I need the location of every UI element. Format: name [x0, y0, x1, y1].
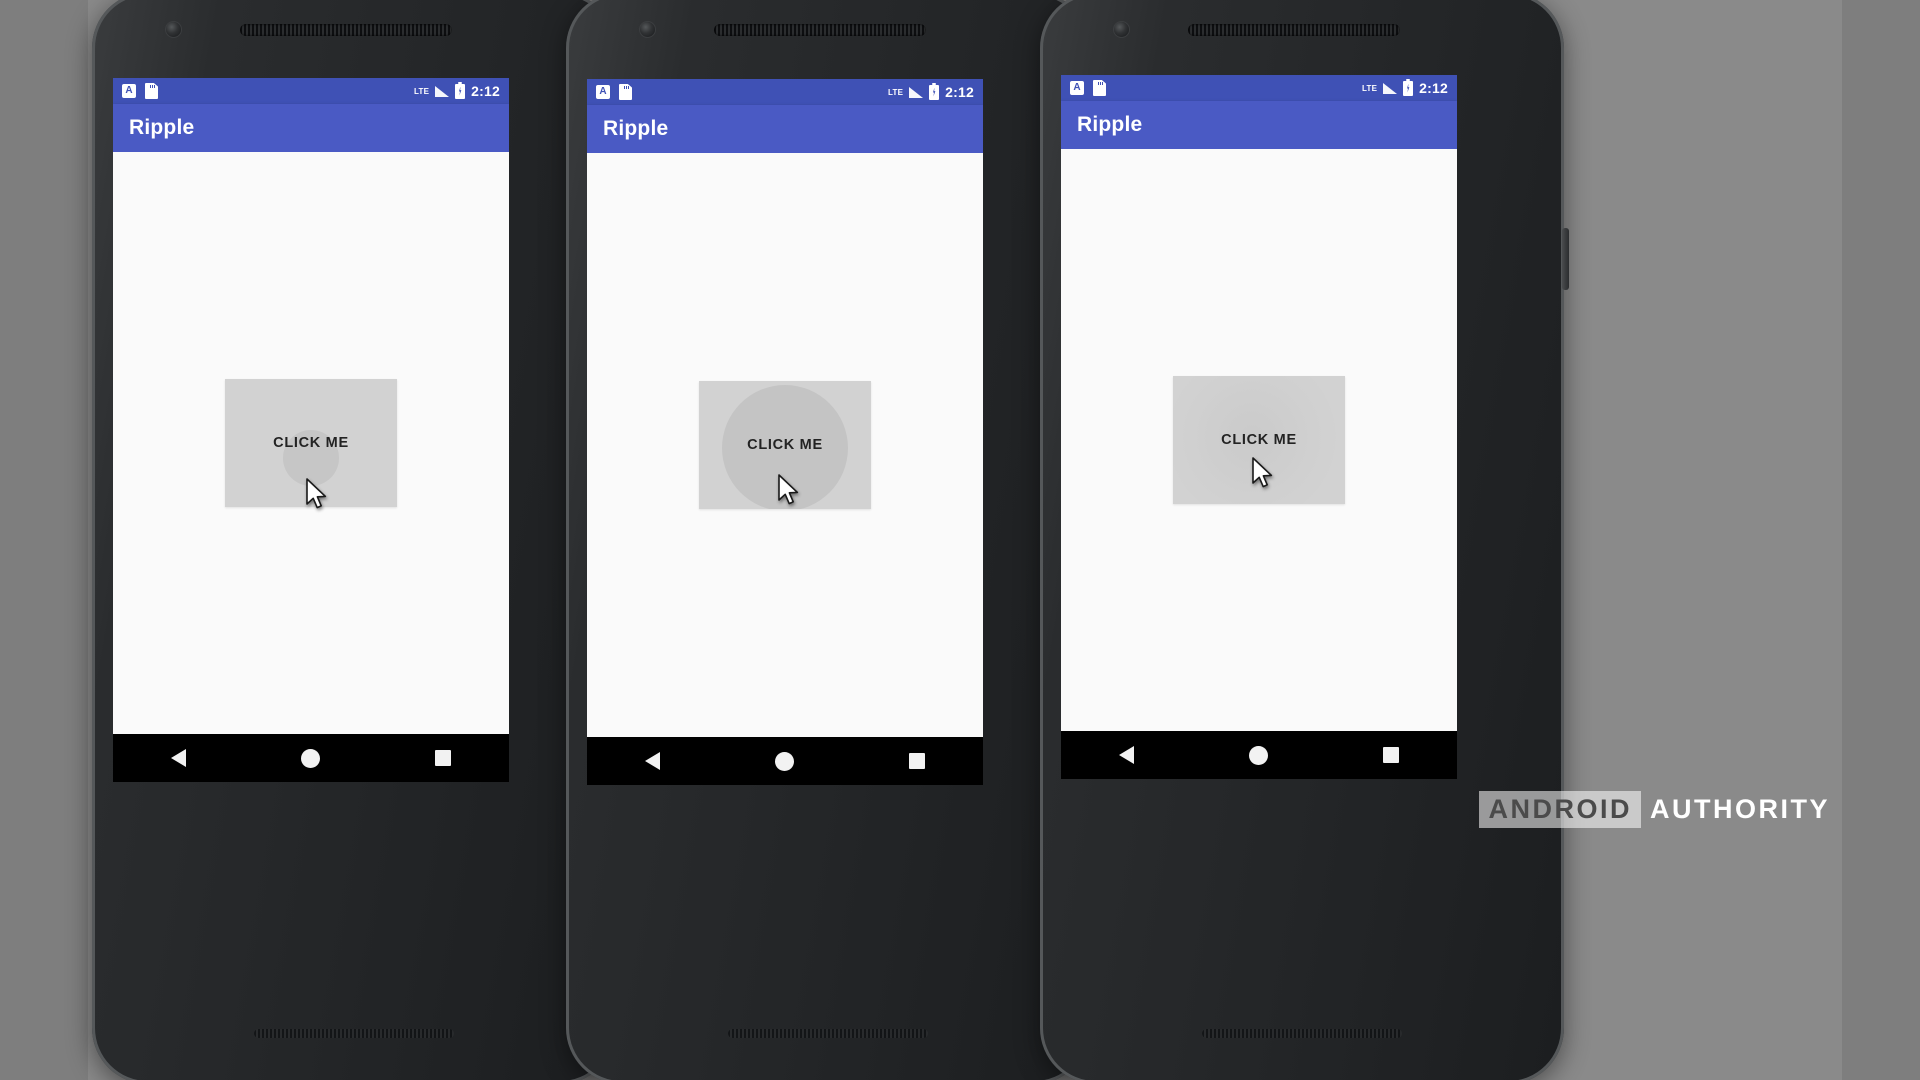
battery-charging-icon [455, 81, 466, 99]
click-me-button-label: CLICK ME [747, 437, 823, 453]
status-bar-left-icons: A [122, 83, 158, 99]
front-camera-icon [166, 22, 181, 37]
app-title: Ripple [1077, 113, 1143, 136]
battery-charging-icon [1403, 78, 1414, 96]
app-notification-icon: A [1070, 81, 1084, 95]
status-bar-clock: 2:12 [1419, 80, 1448, 96]
signal-bars-icon [909, 86, 924, 98]
watermark-android: ANDROID [1478, 791, 1641, 828]
signal-bars-icon [435, 85, 450, 97]
app-bar: Ripple [1061, 101, 1457, 149]
lte-label: LTE [888, 87, 904, 97]
status-bar-right-icons: LTE 2:12 [888, 82, 974, 100]
right-background-band [1842, 0, 1920, 1080]
status-bar-left-icons: A [596, 84, 632, 100]
phone-3-content-area: CLICK ME [1061, 149, 1457, 731]
sd-card-icon [145, 83, 158, 99]
battery-charging-icon [929, 82, 940, 100]
home-button-icon[interactable] [1248, 745, 1268, 765]
navigation-bar [1061, 731, 1457, 779]
signal-bars-icon [1383, 82, 1398, 94]
click-me-button-label: CLICK ME [273, 435, 349, 451]
phone-device-1: A LTE 2:12 Ripple CLICK ME [92, 0, 621, 1080]
mouse-cursor-icon [306, 478, 327, 509]
back-button-icon[interactable] [1118, 746, 1134, 764]
mouse-cursor-icon [1252, 457, 1273, 488]
screenshot-stage: A LTE 2:12 Ripple CLICK ME A LTE 2:12 Ri… [0, 0, 1920, 1080]
phone-device-2: A LTE 2:12 Ripple CLICK ME [566, 0, 1095, 1080]
recents-button-icon[interactable] [1383, 747, 1400, 763]
app-title: Ripple [603, 117, 669, 140]
sd-card-icon [619, 84, 632, 100]
front-camera-icon [1114, 22, 1129, 37]
front-camera-icon [640, 22, 655, 37]
phone-1-content-area: CLICK ME [113, 152, 509, 734]
earpiece-speaker-icon [240, 24, 452, 36]
app-bar: Ripple [587, 105, 983, 153]
back-button-icon[interactable] [170, 749, 186, 767]
earpiece-speaker-icon [714, 24, 926, 36]
status-bar: A LTE 2:12 [113, 78, 509, 104]
status-bar-clock: 2:12 [945, 84, 974, 100]
status-bar-right-icons: LTE 2:12 [414, 81, 500, 99]
home-button-icon[interactable] [300, 748, 320, 768]
phone-2-content-area: CLICK ME [587, 153, 983, 737]
home-button-icon[interactable] [774, 751, 794, 771]
phone-device-3: A LTE 2:12 Ripple CLICK ME [1040, 0, 1569, 1080]
recents-button-icon[interactable] [909, 753, 926, 769]
status-bar-right-icons: LTE 2:12 [1362, 78, 1448, 96]
app-notification-icon: A [596, 85, 610, 99]
phone-1-screen: A LTE 2:12 Ripple CLICK ME [113, 78, 509, 782]
phone-2-screen: A LTE 2:12 Ripple CLICK ME [587, 79, 983, 785]
status-bar: A LTE 2:12 [587, 79, 983, 105]
app-notification-icon: A [122, 84, 136, 98]
status-bar-left-icons: A [1070, 80, 1106, 96]
navigation-bar [113, 734, 509, 782]
watermark: ANDROID AUTHORITY [1478, 791, 1835, 828]
phone-3-screen: A LTE 2:12 Ripple CLICK ME [1061, 75, 1457, 779]
recents-button-icon[interactable] [435, 750, 452, 766]
bottom-speaker-icon [1202, 1029, 1402, 1038]
click-me-button-label: CLICK ME [1221, 432, 1297, 448]
lte-label: LTE [414, 86, 430, 96]
bottom-speaker-icon [728, 1029, 928, 1038]
earpiece-speaker-icon [1188, 24, 1400, 36]
lte-label: LTE [1362, 83, 1378, 93]
phone-3-power-button[interactable] [1562, 228, 1569, 290]
navigation-bar [587, 737, 983, 785]
back-button-icon[interactable] [644, 752, 660, 770]
bottom-speaker-icon [254, 1029, 454, 1038]
status-bar: A LTE 2:12 [1061, 75, 1457, 101]
left-background-band [0, 0, 88, 1080]
app-bar: Ripple [113, 104, 509, 152]
mouse-cursor-icon [778, 474, 799, 505]
status-bar-clock: 2:12 [471, 83, 500, 99]
app-title: Ripple [129, 116, 195, 139]
watermark-authority: AUTHORITY [1650, 794, 1830, 824]
sd-card-icon [1093, 80, 1106, 96]
